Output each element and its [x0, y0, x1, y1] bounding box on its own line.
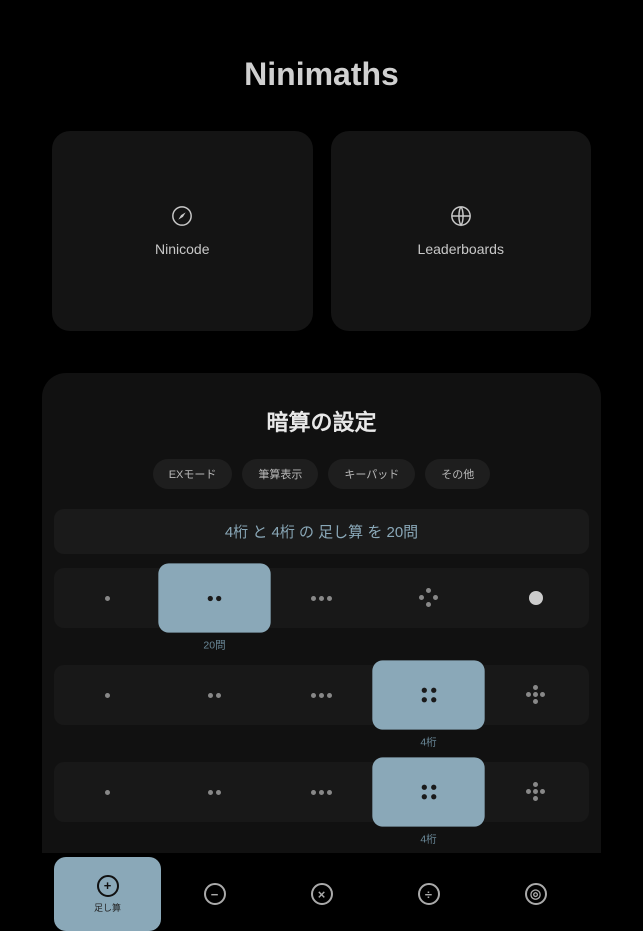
- op-addition[interactable]: + 足し算: [54, 857, 161, 931]
- digits1-option-4[interactable]: 4桁: [372, 660, 484, 729]
- digits2-option-3[interactable]: [268, 762, 375, 822]
- app-title: Ninimaths: [0, 0, 643, 131]
- op-division[interactable]: ÷: [375, 857, 482, 931]
- count-row: 20問: [54, 568, 589, 631]
- multiply-icon: ×: [311, 883, 333, 905]
- minus-icon: −: [204, 883, 226, 905]
- digits1-label: 4桁: [420, 733, 436, 749]
- op-subtraction[interactable]: −: [161, 857, 268, 931]
- leaderboards-card[interactable]: Leaderboards: [331, 131, 592, 331]
- digits1-option-3[interactable]: [268, 665, 375, 725]
- operation-row: + 足し算 − × ÷ ◎: [54, 857, 589, 931]
- settings-panel: 暗算の設定 EXモード 筆算表示 キーパッド その他 4桁 と 4桁 の 足し算…: [42, 373, 601, 853]
- digits2-label: 4桁: [420, 830, 436, 846]
- chip-exmode[interactable]: EXモード: [153, 459, 233, 489]
- count-option-1[interactable]: [54, 568, 161, 628]
- digits1-option-5[interactable]: [482, 665, 589, 725]
- digits-row-1: 4桁: [54, 665, 589, 728]
- digits2-option-2[interactable]: [161, 762, 268, 822]
- globe-icon: [450, 205, 472, 227]
- count-option-3[interactable]: [268, 568, 375, 628]
- digits2-option-1[interactable]: [54, 762, 161, 822]
- settings-title: 暗算の設定: [42, 405, 601, 437]
- summary-bar: 4桁 と 4桁 の 足し算 を 20問: [54, 509, 589, 554]
- count-option-4[interactable]: [375, 568, 482, 628]
- chip-keypad[interactable]: キーパッド: [328, 459, 415, 489]
- compass-icon: [171, 205, 193, 227]
- op-mixed[interactable]: ◎: [482, 857, 589, 931]
- card-label: Ninicode: [155, 241, 209, 257]
- chips-row: EXモード 筆算表示 キーパッド その他: [42, 459, 601, 489]
- card-label: Leaderboards: [418, 241, 504, 257]
- digits-row-2: 4桁: [54, 762, 589, 825]
- digits1-option-1[interactable]: [54, 665, 161, 725]
- count-option-2[interactable]: 20問: [158, 563, 270, 632]
- ninicode-card[interactable]: Ninicode: [52, 131, 313, 331]
- op-label: 足し算: [94, 901, 121, 914]
- target-icon: ◎: [525, 883, 547, 905]
- digits1-option-2[interactable]: [161, 665, 268, 725]
- count-option-5[interactable]: [482, 568, 589, 628]
- chip-other[interactable]: その他: [425, 459, 490, 489]
- cards-row: Ninicode Leaderboards: [0, 131, 643, 331]
- count-label: 20問: [203, 636, 225, 652]
- digits2-option-5[interactable]: [482, 762, 589, 822]
- digits2-option-4[interactable]: 4桁: [372, 757, 484, 826]
- chip-written[interactable]: 筆算表示: [242, 459, 318, 489]
- divide-icon: ÷: [418, 883, 440, 905]
- op-multiplication[interactable]: ×: [268, 857, 375, 931]
- circle-icon: [529, 591, 543, 605]
- plus-icon: +: [97, 875, 119, 897]
